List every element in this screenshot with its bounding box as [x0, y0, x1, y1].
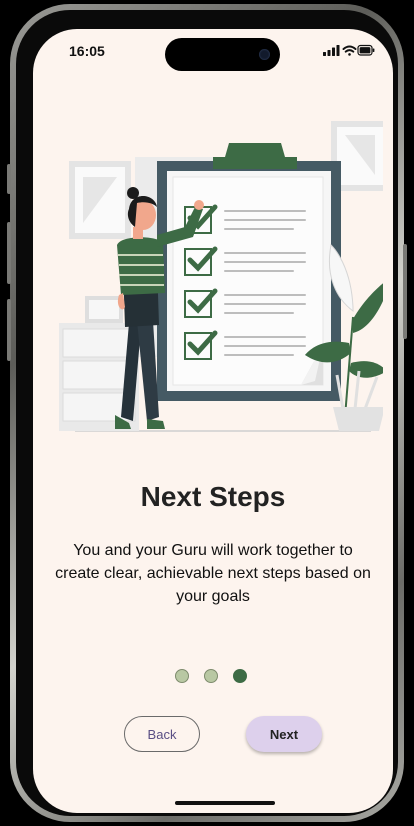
camera-icon: [259, 49, 270, 60]
phone-frame: 16:05 Next Steps You and your Guru will …: [7, 4, 407, 822]
page-description: You and your Guru will work together to …: [55, 542, 371, 605]
status-icons: [323, 44, 375, 63]
page-dot-1: [175, 669, 189, 683]
page-dot-3-active: [233, 669, 247, 683]
checklist-illustration: [59, 121, 383, 432]
home-indicator[interactable]: [175, 801, 275, 805]
battery-icon: [357, 44, 375, 56]
signal-icon: [323, 45, 340, 56]
page-dot-2: [204, 669, 218, 683]
wifi-icon: [342, 45, 357, 56]
wall-frame-left: [69, 161, 131, 239]
back-button[interactable]: Back: [124, 716, 200, 752]
next-button[interactable]: Next: [246, 716, 322, 752]
status-time: 16:05: [69, 43, 105, 59]
page-title: Next Steps: [140, 481, 286, 512]
power-button: [403, 244, 407, 339]
volume-down-button: [7, 299, 11, 361]
volume-up-button: [7, 222, 11, 284]
page-indicator: [33, 669, 393, 683]
action-button: [7, 164, 11, 194]
phone-bezel: 16:05 Next Steps You and your Guru will …: [16, 10, 398, 816]
screen: 16:05 Next Steps You and your Guru will …: [33, 29, 393, 813]
dynamic-island: [165, 38, 280, 71]
